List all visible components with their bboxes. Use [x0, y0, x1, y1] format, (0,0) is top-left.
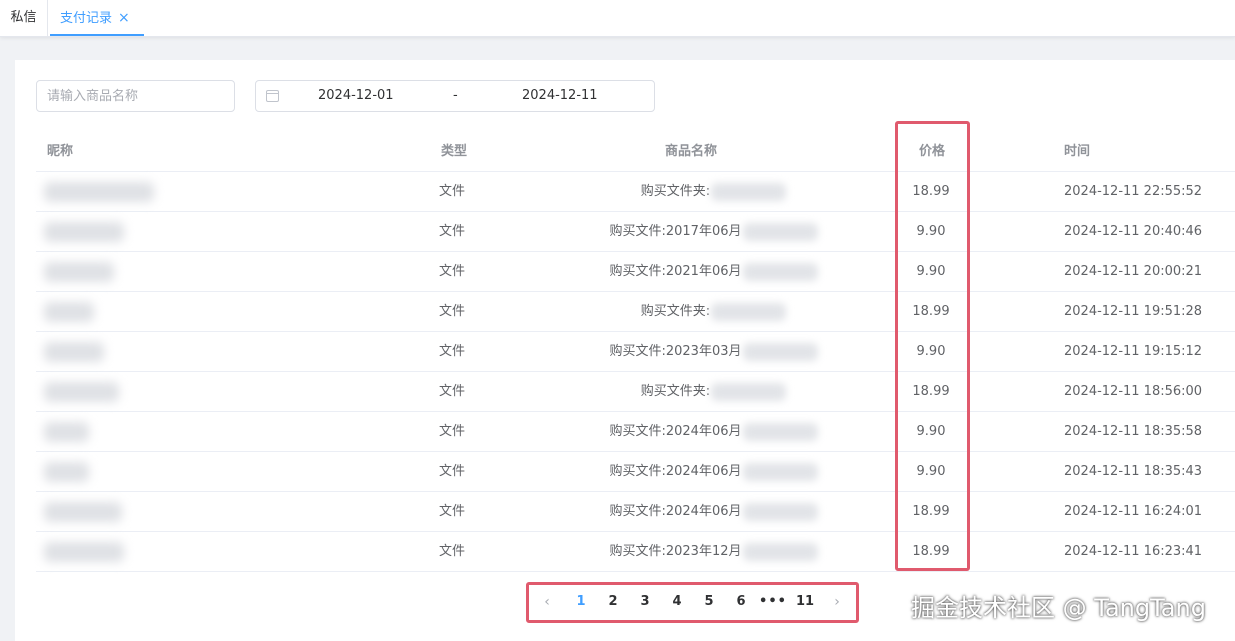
goods-name-redacted — [742, 222, 818, 241]
goods-name-redacted — [742, 462, 818, 481]
tab-payment-records[interactable]: 支付记录 × — [50, 0, 144, 36]
price-column-highlight — [895, 121, 970, 571]
date-end[interactable]: 2024-12-11 — [522, 81, 598, 111]
nickname-redacted — [44, 462, 89, 482]
table-row: 文件 购买文件夹: 18.99 2024-12-11 22:55:52 — [36, 172, 1235, 212]
search-input[interactable] — [36, 80, 235, 112]
table-row: 文件 购买文件:2024年06月 9.90 2024-12-11 18:35:43 — [36, 452, 1235, 492]
nickname-redacted — [44, 302, 94, 322]
goods-name-text: 购买文件夹: — [640, 184, 711, 199]
table-header: 昵称 类型 商品名称 价格 时间 — [36, 132, 1235, 172]
goods-name-redacted — [742, 342, 818, 361]
nickname-redacted — [44, 222, 124, 242]
cell-time: 2024-12-11 19:15:12 — [1064, 344, 1203, 359]
cell-time: 2024-12-11 19:51:28 — [1064, 304, 1203, 319]
close-icon[interactable]: × — [118, 10, 130, 26]
goods-name-text: 购买文件夹: — [640, 384, 711, 399]
goods-name-text: 购买文件:2024年06月 — [609, 504, 742, 519]
cell-type: 文件 — [439, 424, 466, 439]
goods-name-text: 购买文件:2017年06月 — [609, 224, 742, 239]
cell-type: 文件 — [439, 184, 466, 199]
watermark: 掘金技术社区 @ TangTang — [911, 594, 1206, 622]
goods-name-redacted — [711, 382, 787, 401]
table-row: 文件 购买文件:2023年12月 18.99 2024-12-11 16:23:41 — [36, 532, 1235, 572]
goods-name-text: 购买文件夹: — [640, 304, 711, 319]
tab-messages[interactable]: 私信 — [0, 0, 48, 36]
cell-goods-name: 购买文件:2023年12月 — [556, 532, 871, 572]
cell-type: 文件 — [439, 504, 466, 519]
nickname-redacted — [44, 502, 122, 522]
cell-goods-name: 购买文件夹: — [556, 292, 871, 332]
cell-goods-name: 购买文件:2021年06月 — [556, 252, 871, 292]
calendar-icon — [266, 90, 279, 102]
nickname-redacted — [44, 422, 89, 442]
nickname-redacted — [44, 542, 124, 562]
nickname-redacted — [44, 382, 119, 402]
cell-type: 文件 — [439, 544, 466, 559]
cell-type: 文件 — [439, 224, 466, 239]
goods-name-text: 购买文件:2023年12月 — [609, 544, 742, 559]
cell-goods-name: 购买文件夹: — [556, 372, 871, 412]
header-nickname: 昵称 — [47, 144, 74, 159]
tab-label: 支付记录 — [60, 11, 113, 26]
cell-time: 2024-12-11 18:35:58 — [1064, 424, 1203, 439]
date-start[interactable]: 2024-12-01 — [318, 81, 394, 111]
cell-goods-name: 购买文件:2024年06月 — [556, 412, 871, 452]
table-row: 文件 购买文件:2017年06月 9.90 2024-12-11 20:40:46 — [36, 212, 1235, 252]
cell-type: 文件 — [439, 384, 466, 399]
goods-name-text: 购买文件:2021年06月 — [609, 264, 742, 279]
tab-bar: 私信 支付记录 × — [0, 0, 1235, 37]
cell-goods-name: 购买文件:2023年03月 — [556, 332, 871, 372]
goods-name-redacted — [711, 182, 787, 201]
goods-name-redacted — [742, 502, 818, 521]
cell-time: 2024-12-11 18:56:00 — [1064, 384, 1203, 399]
goods-name-redacted — [742, 542, 818, 561]
cell-type: 文件 — [439, 464, 466, 479]
table-row: 文件 购买文件:2023年03月 9.90 2024-12-11 19:15:12 — [36, 332, 1235, 372]
cell-time: 2024-12-11 16:24:01 — [1064, 504, 1203, 519]
cell-time: 2024-12-11 20:00:21 — [1064, 264, 1203, 279]
table-row: 文件 购买文件夹: 18.99 2024-12-11 19:51:28 — [36, 292, 1235, 332]
cell-goods-name: 购买文件:2024年06月 — [556, 452, 871, 492]
goods-name-redacted — [711, 302, 787, 321]
cell-time: 2024-12-11 18:35:43 — [1064, 464, 1203, 479]
pagination-highlight — [526, 582, 859, 623]
table-row: 文件 购买文件夹: 18.99 2024-12-11 18:56:00 — [36, 372, 1235, 412]
cell-time: 2024-12-11 22:55:52 — [1064, 184, 1203, 199]
cell-time: 2024-12-11 16:23:41 — [1064, 544, 1203, 559]
cell-goods-name: 购买文件:2017年06月 — [556, 212, 871, 252]
goods-name-redacted — [742, 262, 818, 281]
goods-name-redacted — [742, 422, 818, 441]
header-time: 时间 — [1064, 144, 1091, 159]
table-row: 文件 购买文件:2021年06月 9.90 2024-12-11 20:00:21 — [36, 252, 1235, 292]
date-range-picker[interactable]: 2024-12-01 - 2024-12-11 — [255, 80, 655, 112]
cell-goods-name: 购买文件:2024年06月 — [556, 492, 871, 532]
nickname-redacted — [44, 262, 114, 282]
cell-type: 文件 — [439, 344, 466, 359]
header-goods-name: 商品名称 — [665, 144, 718, 159]
cell-time: 2024-12-11 20:40:46 — [1064, 224, 1203, 239]
date-separator: - — [453, 88, 458, 103]
goods-name-text: 购买文件:2024年06月 — [609, 464, 742, 479]
header-type: 类型 — [441, 144, 468, 159]
nickname-redacted — [44, 182, 154, 202]
table-row: 文件 购买文件:2024年06月 9.90 2024-12-11 18:35:58 — [36, 412, 1235, 452]
cell-type: 文件 — [439, 264, 466, 279]
cell-type: 文件 — [439, 304, 466, 319]
nickname-redacted — [44, 342, 104, 362]
cell-goods-name: 购买文件夹: — [556, 172, 871, 212]
goods-name-text: 购买文件:2024年06月 — [609, 424, 742, 439]
table-row: 文件 购买文件:2024年06月 18.99 2024-12-11 16:24:01 — [36, 492, 1235, 532]
goods-name-text: 购买文件:2023年03月 — [609, 344, 742, 359]
